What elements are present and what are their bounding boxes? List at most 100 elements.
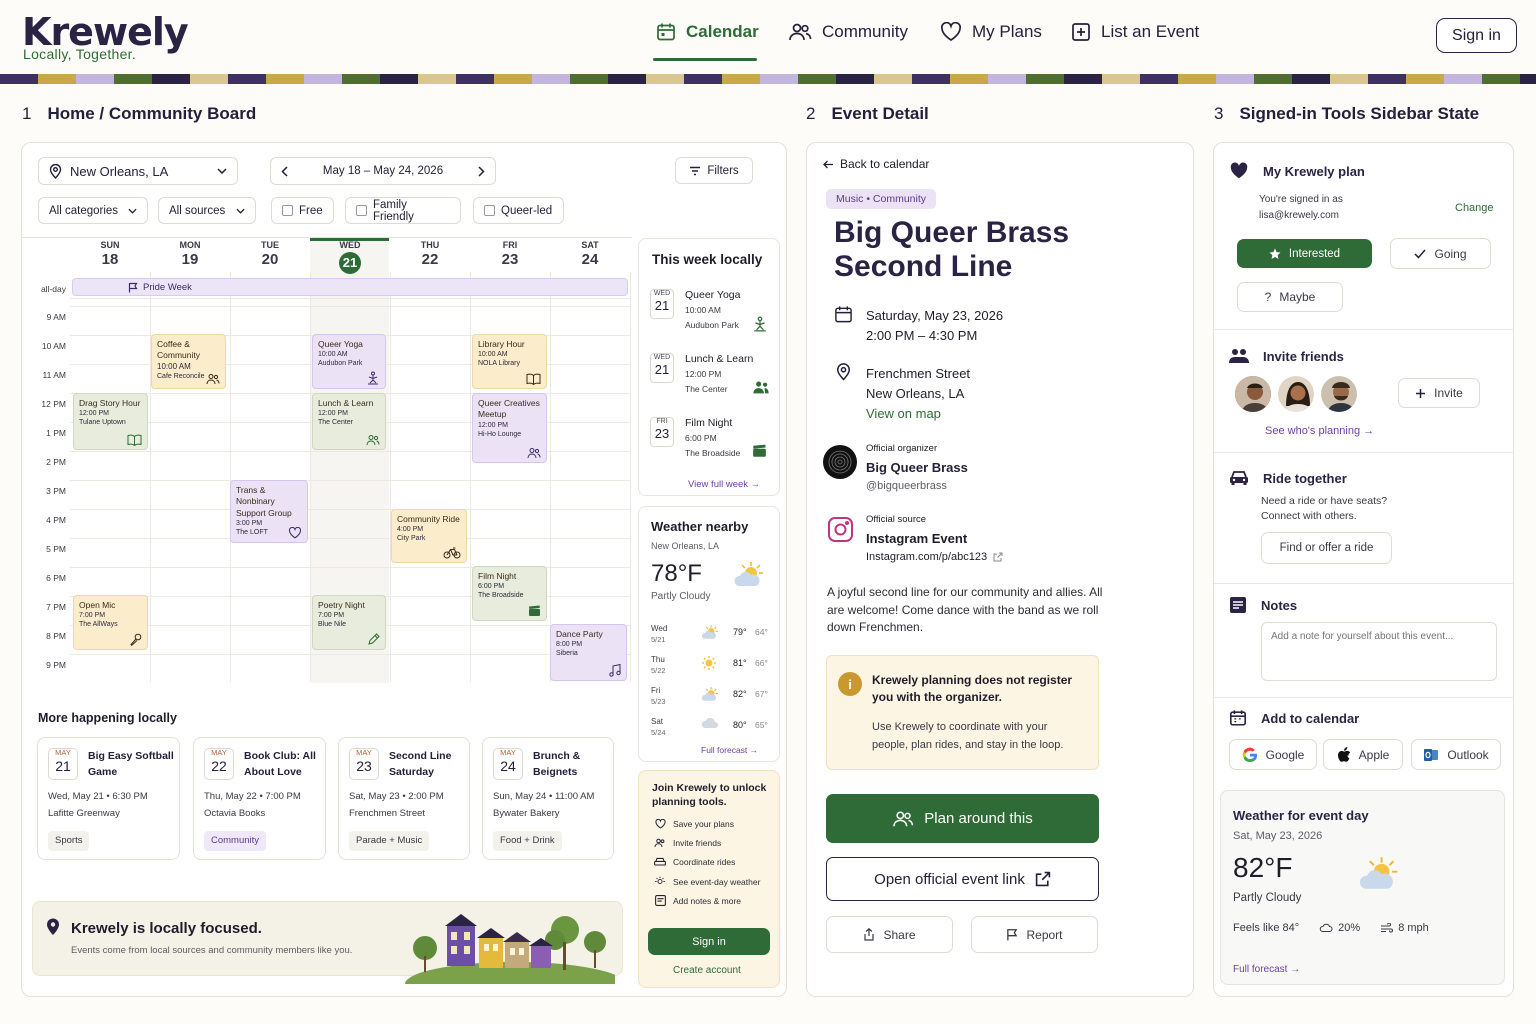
- nav-my-plans[interactable]: My Plans: [940, 22, 1042, 42]
- sign-in-button[interactable]: Sign in: [1436, 18, 1517, 53]
- day-header-thu[interactable]: THU 22: [390, 240, 470, 268]
- event-weather-title: Weather for event day: [1233, 808, 1369, 823]
- invite-button[interactable]: Invite: [1398, 378, 1480, 408]
- event-drag-story-hour[interactable]: Drag Story Hour 12:00 PM Tulane Uptown: [73, 393, 148, 450]
- outlook-calendar-button[interactable]: Outlook: [1411, 739, 1501, 770]
- full-forecast-link[interactable]: Full forecast →: [701, 745, 758, 755]
- open-official-link-button[interactable]: Open official event link: [826, 857, 1099, 901]
- join-sign-in-button[interactable]: Sign in: [648, 928, 770, 955]
- source-link[interactable]: Instagram.com/p/abc123: [866, 551, 1003, 563]
- event-library-hour[interactable]: Library Hour 10:00 AM NOLA Library: [472, 334, 547, 389]
- event-community-ride[interactable]: Community Ride 4:00 PM City Park: [391, 509, 467, 563]
- chevron-right-icon[interactable]: [478, 165, 485, 177]
- event-trans-nonbinary-support[interactable]: Trans & Nonbinary Support Group 3:00 PM Th…: [230, 480, 308, 543]
- event-queer-yoga[interactable]: Queer Yoga 10:00 AM Audubon Park: [312, 334, 386, 389]
- maybe-button[interactable]: ? Maybe: [1237, 282, 1343, 312]
- day-header-wed[interactable]: WED 21: [310, 240, 390, 274]
- see-whos-planning-link[interactable]: See who's planning →: [1265, 425, 1374, 437]
- queer-filter-checkbox[interactable]: Queer-led: [473, 197, 564, 224]
- interested-button[interactable]: Interested: [1237, 239, 1372, 268]
- event-dance-party[interactable]: Dance Party 8:00 PM Siberia: [550, 624, 627, 681]
- friend-avatar[interactable]: [1233, 374, 1273, 414]
- event-open-mic[interactable]: Open Mic 7:00 PM The AllWays: [73, 595, 148, 650]
- forecast-high: 82°: [733, 689, 747, 699]
- day-header-fri[interactable]: FRI 23: [470, 240, 550, 268]
- week-list-item[interactable]: WED 21 Lunch & Learn 12:00 PM The Center: [650, 353, 774, 409]
- date-chip-num: 23: [356, 757, 372, 774]
- event-full-forecast-link[interactable]: Full forecast →: [1233, 964, 1300, 975]
- event-queer-creatives-meetup[interactable]: Queer Creatives Meetup 12:00 PM Hi-Ho Loun…: [472, 393, 547, 463]
- pride-week-event[interactable]: Pride Week: [72, 278, 628, 296]
- grid-column-line: [470, 272, 471, 682]
- event-lunch-learn[interactable]: Lunch & Learn 12:00 PM The Center: [312, 393, 386, 450]
- find-offer-ride-button[interactable]: Find or offer a ride: [1261, 532, 1392, 564]
- apple-calendar-button[interactable]: Apple: [1323, 739, 1403, 770]
- chevron-left-icon[interactable]: [281, 165, 288, 177]
- google-calendar-button[interactable]: Google: [1229, 739, 1317, 770]
- join-feature-label: Coordinate rides: [673, 857, 736, 867]
- category-select[interactable]: All categories: [38, 197, 148, 224]
- notes-header: Notes: [1229, 596, 1297, 614]
- organizer-block: Official organizer Big Queer Brass @bigq…: [866, 443, 968, 492]
- my-plan-title: My Krewely plan: [1263, 163, 1365, 179]
- back-to-calendar-link[interactable]: Back to calendar: [823, 157, 929, 171]
- event-poetry-night[interactable]: Poetry Night 7:00 PM Blue Nile: [312, 595, 386, 650]
- ride-together-header: Ride together: [1229, 470, 1347, 486]
- nav-calendar-label: Calendar: [686, 22, 759, 41]
- view-full-week-link[interactable]: View full week →: [688, 479, 760, 490]
- day-header-sun[interactable]: SUN 18: [70, 240, 150, 268]
- week-item-time: 12:00 PM: [685, 369, 722, 379]
- day-header-sat[interactable]: SAT 24: [550, 240, 630, 268]
- day-header-tue[interactable]: TUE 20: [230, 240, 310, 268]
- free-filter-checkbox[interactable]: Free: [271, 197, 334, 224]
- event-time: 2:00 PM – 4:30 PM: [866, 328, 978, 343]
- week-list-item[interactable]: WED 21 Queer Yoga 10:00 AM Audubon Park: [650, 289, 774, 345]
- source-select[interactable]: All sources: [158, 197, 256, 224]
- view-on-map-link[interactable]: View on map: [866, 404, 970, 424]
- notes-textarea[interactable]: [1261, 622, 1497, 681]
- map-pin-icon: [836, 363, 851, 381]
- organizer-name[interactable]: Big Queer Brass: [866, 460, 968, 475]
- forecast-row: Sat 5/24 80° 65°: [651, 717, 773, 743]
- create-account-link[interactable]: Create account: [673, 965, 741, 976]
- rain-cloud-icon: [1319, 923, 1333, 933]
- event-card[interactable]: MAY 23 Second Line Saturday Sat, May 23 • 2…: [338, 737, 470, 860]
- day-of-week: WED: [339, 240, 361, 250]
- event-card-tag: Food + Drink: [493, 831, 562, 851]
- calendar-icon: [656, 22, 676, 42]
- report-button[interactable]: Report: [971, 916, 1098, 953]
- event-card-title: Second Line Saturday: [389, 750, 452, 778]
- nav-list-event[interactable]: List an Event: [1071, 22, 1199, 42]
- grid-line: [70, 480, 630, 481]
- people-icon: [892, 810, 914, 828]
- day-of-week: TUE: [261, 240, 279, 250]
- day-number: 21: [339, 252, 361, 274]
- share-label: Share: [883, 927, 916, 942]
- week-list-item[interactable]: FRI 23 Film Night 6:00 PM The Broadside: [650, 417, 774, 473]
- change-account-link[interactable]: Change: [1455, 202, 1494, 214]
- forecast-day: Thu: [651, 655, 665, 664]
- event-card-tag: Parade + Music: [349, 831, 430, 851]
- friend-avatar[interactable]: [1319, 374, 1359, 414]
- section-title-sidebar: 3 Signed-in Tools Sidebar State: [1214, 104, 1480, 123]
- day-header-mon[interactable]: MON 19: [150, 240, 230, 268]
- event-coffee-community[interactable]: Coffee & Community 10:00 AM Cafe Reconcile: [151, 334, 226, 389]
- friend-avatar[interactable]: [1276, 374, 1316, 414]
- nav-community[interactable]: Community: [788, 22, 908, 42]
- event-card[interactable]: MAY 21 Big Easy Softball Game Wed, May 21 •…: [37, 737, 180, 860]
- location-select[interactable]: New Orleans, LA: [38, 157, 238, 185]
- share-button[interactable]: Share: [826, 916, 953, 953]
- invite-friends-title: Invite friends: [1263, 348, 1344, 364]
- nav-calendar[interactable]: Calendar: [656, 22, 759, 42]
- event-card[interactable]: MAY 24 Brunch & Beignets Sun, May 24 • 11:0…: [482, 737, 614, 860]
- event-film-night[interactable]: Film Night 6:00 PM The Broadside: [472, 566, 547, 621]
- event-card-when: Wed, May 21 • 6:30 PM: [48, 791, 148, 802]
- event-weather-details: Feels like 84° 20% 8 mph: [1233, 922, 1429, 934]
- filters-button[interactable]: Filters: [675, 157, 753, 184]
- event-card[interactable]: MAY 22 Book Club: All About Love Thu, May 2…: [193, 737, 326, 860]
- section-title-event-detail: 2 Event Detail: [806, 104, 929, 123]
- hour-label: 4 PM: [46, 515, 66, 525]
- going-button[interactable]: Going: [1390, 238, 1491, 269]
- family-filter-checkbox[interactable]: Family Friendly: [345, 197, 461, 224]
- plan-around-this-button[interactable]: Plan around this: [826, 794, 1099, 843]
